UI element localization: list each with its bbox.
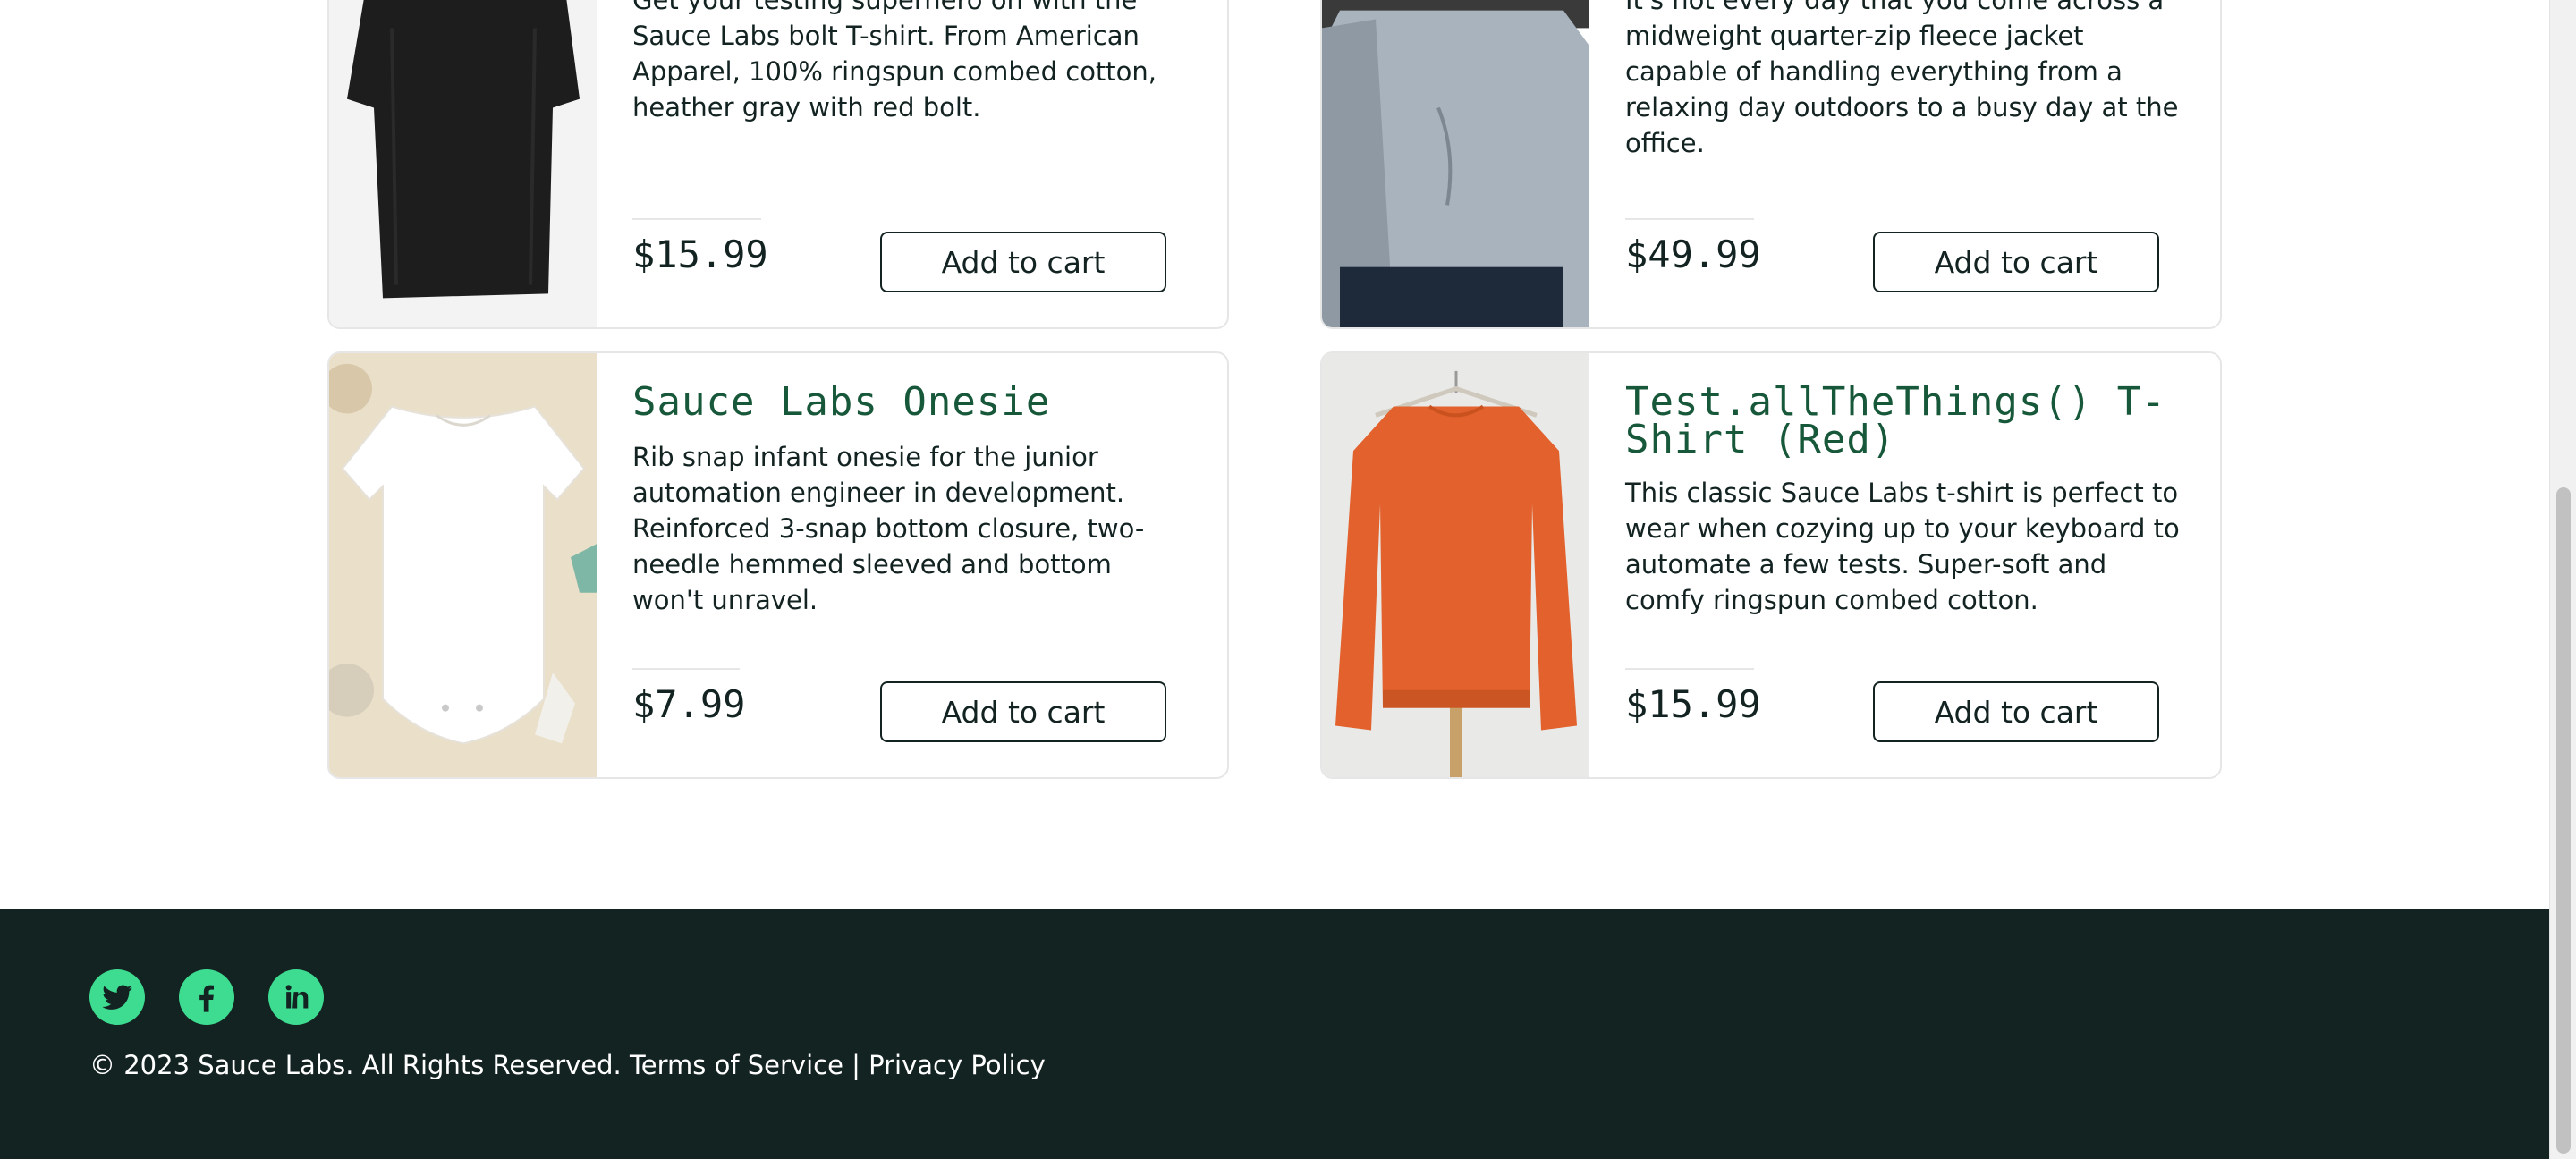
inventory-item: It's not every day that you come across … — [1320, 0, 2222, 329]
product-image-black-tshirt[interactable] — [329, 0, 597, 327]
product-description: Get your testing superhero on with the S… — [632, 0, 1157, 123]
inventory-page: Get your testing superhero on with the S… — [0, 0, 2549, 1159]
footer: © 2023 Sauce Labs. All Rights Reserved. … — [0, 909, 2549, 1159]
facebook-icon[interactable] — [179, 969, 234, 1025]
price-divider — [632, 218, 761, 220]
price-divider — [1625, 668, 1754, 670]
inventory-item: Test.allTheThings() T-Shirt (Red) This c… — [1320, 351, 2222, 779]
product-name-link[interactable]: Sauce Labs Onesie — [632, 383, 1205, 422]
add-to-cart-button[interactable]: Add to cart — [880, 232, 1166, 292]
privacy-policy-link[interactable]: Privacy Policy — [869, 1050, 1046, 1080]
product-image-fleece-jacket[interactable] — [1322, 0, 1589, 327]
product-name-link[interactable]: Test.allTheThings() T-Shirt (Red) — [1625, 383, 2198, 460]
product-price: $7.99 — [632, 682, 746, 726]
footer-separator: | — [852, 1050, 860, 1080]
product-image-onesie[interactable] — [329, 353, 597, 777]
footer-copyright: © 2023 Sauce Labs. All Rights Reserved. … — [89, 1050, 1046, 1080]
scrollbar-thumb[interactable] — [2556, 487, 2571, 1154]
product-description: This classic Sauce Labs t-shirt is perfe… — [1625, 478, 2180, 615]
product-price: $15.99 — [1625, 682, 1761, 726]
product-description: It's not every day that you come across … — [1625, 0, 2179, 158]
terms-of-service-link[interactable]: Terms of Service — [630, 1050, 843, 1080]
inventory-item: Sauce Labs Onesie Rib snap infant onesie… — [327, 351, 1229, 779]
product-image-red-shirt[interactable] — [1322, 353, 1589, 777]
add-to-cart-button[interactable]: Add to cart — [1873, 232, 2159, 292]
add-to-cart-button[interactable]: Add to cart — [880, 681, 1166, 742]
inventory-item: Get your testing superhero on with the S… — [327, 0, 1229, 329]
product-price: $15.99 — [632, 233, 768, 276]
product-description: Rib snap infant onesie for the junior au… — [632, 442, 1145, 615]
twitter-icon[interactable] — [89, 969, 145, 1025]
price-divider — [1625, 218, 1754, 220]
linkedin-icon[interactable] — [268, 969, 324, 1025]
product-price: $49.99 — [1625, 233, 1761, 276]
page-scrollbar[interactable] — [2549, 0, 2576, 1159]
copyright-text: © 2023 Sauce Labs. All Rights Reserved. — [89, 1050, 622, 1080]
add-to-cart-button[interactable]: Add to cart — [1873, 681, 2159, 742]
price-divider — [632, 668, 740, 670]
